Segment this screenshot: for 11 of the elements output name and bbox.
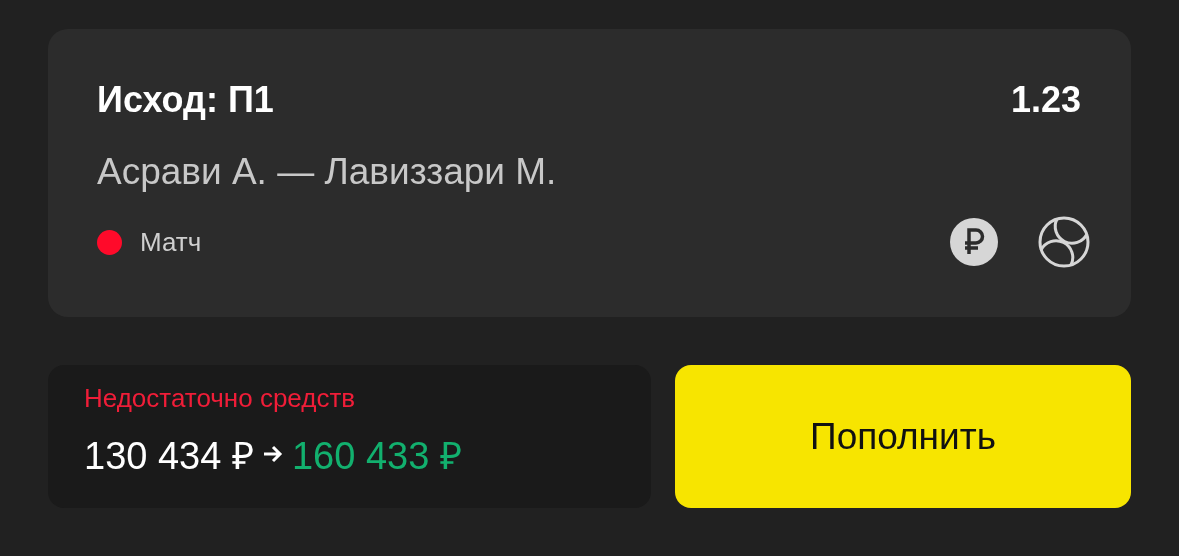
ruble-coin-icon [949, 217, 999, 267]
status-label: Матч [140, 226, 202, 258]
tennis-ball-icon [1037, 215, 1091, 269]
current-balance: 130 434 ₽ [84, 434, 254, 479]
odds-value: 1.23 [1010, 79, 1081, 121]
top-up-button[interactable]: Пополнить [675, 365, 1131, 508]
event-name: Асрави А. — Лавиззари М. [97, 151, 558, 193]
required-balance: 160 433 ₽ [291, 434, 462, 479]
warning-text: Недостаточно средств [84, 383, 357, 414]
outcome-title: Исход: П1 [97, 79, 274, 121]
arrow-right-icon [261, 444, 284, 464]
